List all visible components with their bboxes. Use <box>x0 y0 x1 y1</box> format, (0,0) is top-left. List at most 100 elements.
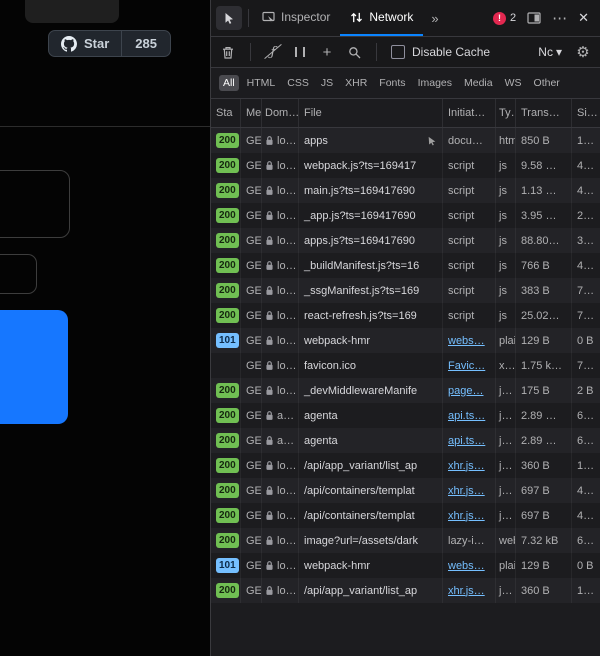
filter-ws[interactable]: WS <box>501 75 526 91</box>
network-request-row[interactable]: 200GETlo…_buildManifest.js?ts=16scriptjs… <box>211 253 600 278</box>
column-header-file[interactable]: File <box>299 99 443 127</box>
initiator-value[interactable]: webs… <box>448 560 485 572</box>
network-request-row[interactable]: 200GETlo…_app.js?ts=169417690scriptjs3.9… <box>211 203 600 228</box>
disable-cache-checkbox[interactable] <box>391 45 405 59</box>
page-primary-blue-button[interactable] <box>0 310 68 424</box>
table-cell: 6… <box>572 403 600 428</box>
size-value: 6… <box>577 435 594 447</box>
star-count[interactable]: 285 <box>121 31 170 56</box>
network-request-row[interactable]: 200GETlo…apps.js?ts=169417690scriptjs88.… <box>211 228 600 253</box>
file-value: image?url=/assets/dark <box>304 535 418 547</box>
table-cell: lo… <box>262 153 299 178</box>
network-request-row[interactable]: 200GETlo…main.js?ts=169417690scriptjs1.1… <box>211 178 600 203</box>
devtools-close-button[interactable]: ✕ <box>578 10 589 26</box>
pause-recording-icon[interactable] <box>292 44 308 60</box>
network-request-row[interactable]: 200GETlo…image?url=/assets/darklazy-i…we… <box>211 528 600 553</box>
network-request-row[interactable]: GETlo…favicon.icoFavic…x…1.75 k…7… <box>211 353 600 378</box>
filter-fonts[interactable]: Fonts <box>375 75 409 91</box>
column-header-size[interactable]: Si… <box>572 99 600 127</box>
split-console-icon[interactable] <box>527 12 541 24</box>
tab-network[interactable]: Network <box>340 0 423 36</box>
clear-requests-icon[interactable] <box>220 44 236 60</box>
devtools-menu-button[interactable]: ⋯ <box>552 9 567 27</box>
page-content: Star 285 <box>0 0 210 656</box>
column-header-status[interactable]: Sta <box>211 99 241 127</box>
star-label: Star <box>84 36 109 51</box>
table-cell: 129 B <box>516 328 572 353</box>
more-tabs-button[interactable]: » <box>423 11 445 26</box>
column-header-initiator[interactable]: Initiat… <box>443 99 496 127</box>
network-request-row[interactable]: 200GETlo…/api/containers/templatxhr.js…j… <box>211 478 600 503</box>
filter-all[interactable]: All <box>219 75 239 91</box>
column-header-method[interactable]: Me <box>241 99 262 127</box>
table-cell: j… <box>496 578 516 603</box>
error-badge[interactable]: ! 2 <box>493 12 516 25</box>
filter-requests-icon[interactable]: ƒ <box>265 44 281 60</box>
page-card[interactable] <box>0 170 70 238</box>
size-value: 1… <box>577 460 594 472</box>
file-value: _ssgManifest.js?ts=169 <box>304 285 419 297</box>
element-picker-button[interactable] <box>216 6 242 30</box>
tab-inspector[interactable]: Inspector <box>252 0 340 36</box>
initiator-value[interactable]: xhr.js… <box>448 510 485 522</box>
transferred-value: 2.89 … <box>521 435 556 447</box>
network-request-row[interactable]: 200GETlo…/api/app_variant/list_apxhr.js…… <box>211 578 600 603</box>
network-request-row[interactable]: 200GETlo…_ssgManifest.js?ts=169scriptjs3… <box>211 278 600 303</box>
initiator-value[interactable]: api.ts… <box>448 435 485 447</box>
filter-media[interactable]: Media <box>460 75 497 91</box>
domain-value: a… <box>277 410 294 422</box>
network-request-row[interactable]: 200GETlo…react-refresh.js?ts=169scriptjs… <box>211 303 600 328</box>
file-value: agenta <box>304 410 338 422</box>
disable-cache-label[interactable]: Disable Cache <box>412 45 490 59</box>
method-value: GET <box>246 460 262 472</box>
github-star-button[interactable]: Star <box>49 31 121 56</box>
network-request-row[interactable]: 200GETlo…/api/app_variant/list_apxhr.js…… <box>211 453 600 478</box>
column-header-transferred[interactable]: Trans… <box>516 99 572 127</box>
filter-html[interactable]: HTML <box>243 75 280 91</box>
filter-images[interactable]: Images <box>414 75 456 91</box>
column-header-domain[interactable]: Dom… <box>262 99 299 127</box>
table-cell: GET <box>241 528 262 553</box>
column-header-type[interactable]: Ty… <box>496 99 516 127</box>
error-count: 2 <box>510 12 516 24</box>
new-request-icon[interactable]: + <box>319 44 335 60</box>
filter-js[interactable]: JS <box>317 75 337 91</box>
network-request-row[interactable]: 200GETa…agentaapi.ts…j…2.89 …6… <box>211 403 600 428</box>
table-cell: j… <box>496 503 516 528</box>
filter-xhr[interactable]: XHR <box>341 75 371 91</box>
network-request-row[interactable]: 101GETlo…webpack-hmrwebs…plai129 B0 B <box>211 553 600 578</box>
table-cell: apps <box>299 128 443 153</box>
initiator-value[interactable]: webs… <box>448 335 485 347</box>
filter-css[interactable]: CSS <box>283 75 313 91</box>
table-cell: 6… <box>572 428 600 453</box>
initiator-value[interactable]: xhr.js… <box>448 485 485 497</box>
page-card-small[interactable] <box>0 254 37 294</box>
size-value: 6… <box>577 410 594 422</box>
status-badge: 200 <box>216 283 239 298</box>
github-star-widget[interactable]: Star 285 <box>48 30 171 57</box>
search-icon[interactable] <box>346 44 362 60</box>
page-topleft-button[interactable] <box>25 0 119 23</box>
table-cell: 1… <box>572 578 600 603</box>
network-request-row[interactable]: 200GETlo…appsdocu…htm850 B1… <box>211 128 600 153</box>
size-value: 2 B <box>577 385 594 397</box>
initiator-value[interactable]: xhr.js… <box>448 585 485 597</box>
network-request-row[interactable]: 101GETlo…webpack-hmrwebs…plai129 B0 B <box>211 328 600 353</box>
network-request-row[interactable]: 200GETlo…_devMiddlewareManifepage…j…175 … <box>211 378 600 403</box>
table-cell: 697 B <box>516 478 572 503</box>
table-cell: 200 <box>211 178 241 203</box>
gear-icon[interactable]: ⚙ <box>575 44 591 60</box>
filter-other[interactable]: Other <box>530 75 564 91</box>
initiator-value[interactable]: Favic… <box>448 360 485 372</box>
table-cell: 101 <box>211 553 241 578</box>
size-value: 0 B <box>577 335 594 347</box>
network-request-row[interactable]: 200GETlo…webpack.js?ts=169417scriptjs9.5… <box>211 153 600 178</box>
initiator-value[interactable]: xhr.js… <box>448 460 485 472</box>
initiator-value[interactable]: api.ts… <box>448 410 485 422</box>
network-request-row[interactable]: 200GETlo…/api/containers/templatxhr.js…j… <box>211 503 600 528</box>
size-value: 7… <box>577 310 594 322</box>
throttling-dropdown[interactable]: Nc ▾ <box>538 45 562 59</box>
network-request-row[interactable]: 200GETa…agentaapi.ts…j…2.89 …6… <box>211 428 600 453</box>
type-value: js <box>499 310 507 322</box>
initiator-value[interactable]: page… <box>448 385 483 397</box>
